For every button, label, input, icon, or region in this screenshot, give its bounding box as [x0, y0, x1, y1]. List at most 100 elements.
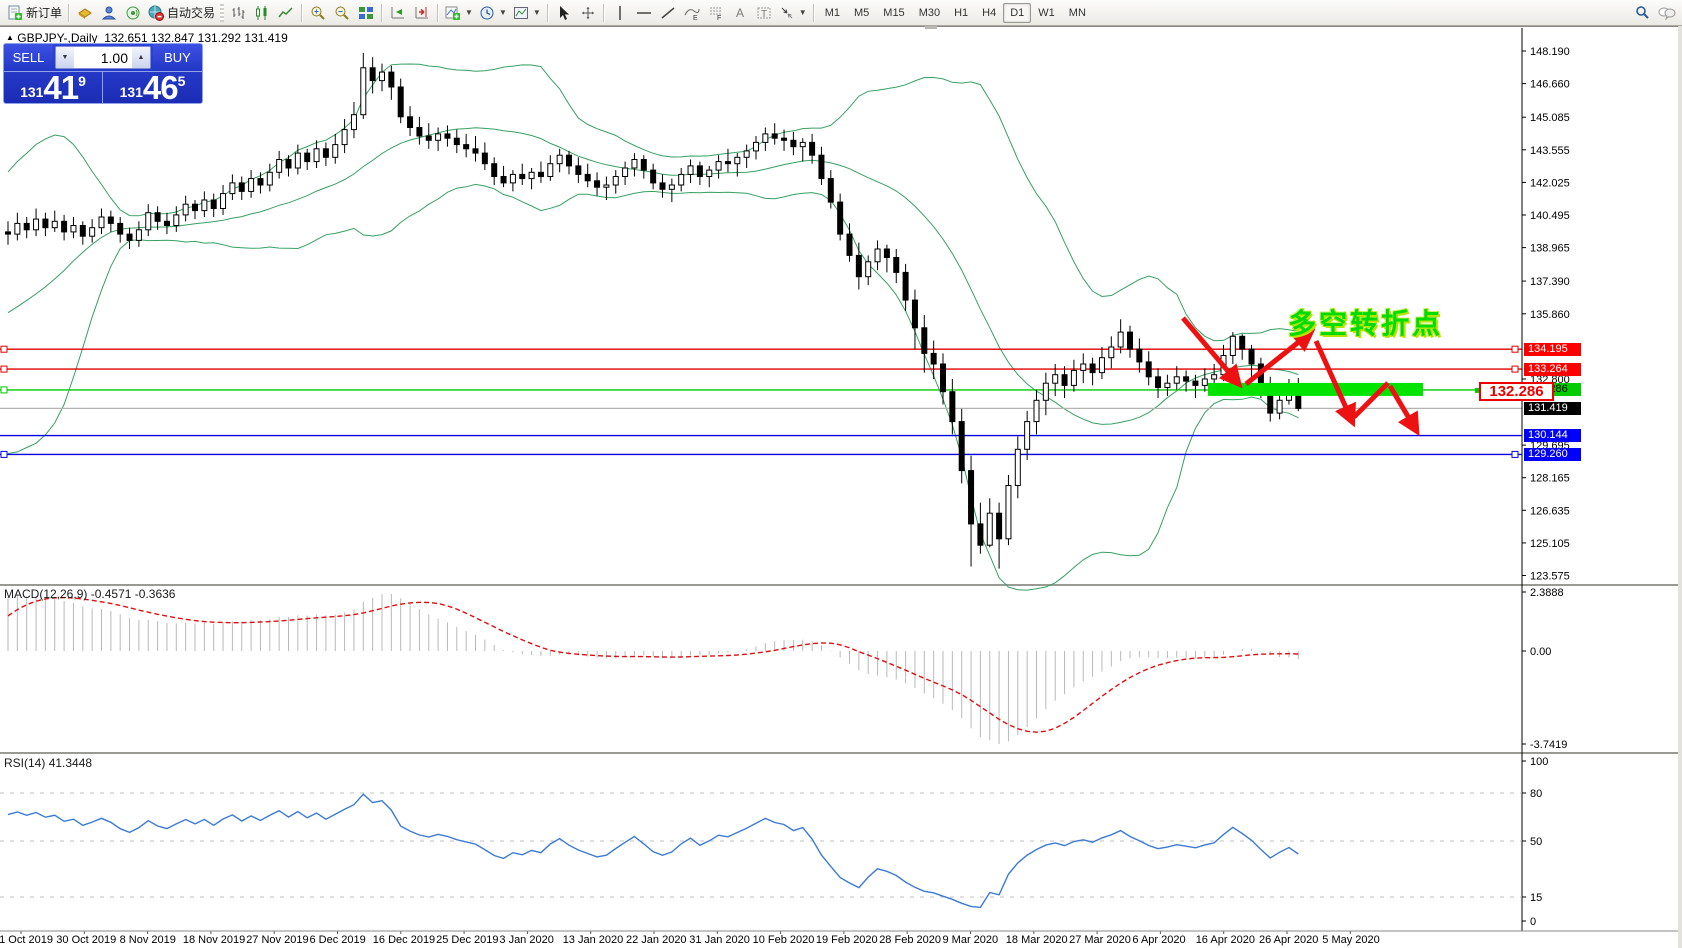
candle-bearish — [453, 137, 460, 146]
line-chart-button[interactable] — [274, 2, 298, 24]
chat-button[interactable] — [1654, 2, 1678, 24]
cursor-icon — [556, 5, 572, 21]
candle-bullish — [799, 141, 806, 148]
periods-button[interactable]: ▼ — [476, 2, 510, 24]
timeframe-button-M5[interactable]: M5 — [847, 3, 876, 23]
candle-bullish — [98, 216, 105, 229]
candle-bearish — [117, 222, 124, 235]
trendline-button[interactable] — [656, 2, 680, 24]
candle-bearish — [594, 180, 601, 188]
hline-handle[interactable] — [0, 450, 8, 458]
candle-bullish — [612, 176, 619, 186]
macd-label: MACD(12,26,9) -0.4571 -0.3636 — [4, 587, 175, 601]
indicators-button[interactable]: ▼ — [442, 2, 476, 24]
profiles-button[interactable] — [73, 2, 97, 24]
fibonacci-icon: F — [708, 5, 724, 22]
candle-bearish — [416, 127, 423, 137]
hline-handle[interactable] — [0, 345, 8, 353]
bid-pipette: 9 — [78, 73, 86, 89]
zoom-out-button[interactable] — [330, 2, 354, 24]
timeframe-button-H1[interactable]: H1 — [947, 3, 975, 23]
search-button[interactable] — [1630, 2, 1654, 24]
chart-canvas[interactable]: 148.190 146.660 145.085 143.555 142.025 140.4… — [0, 0, 1682, 948]
fibonacci-button[interactable]: F — [704, 2, 728, 24]
collapse-icon[interactable]: ▲ — [6, 33, 14, 42]
person-icon — [101, 5, 117, 21]
signals-button[interactable] — [121, 2, 145, 24]
svg-text:T: T — [761, 9, 767, 20]
candle-bullish — [603, 184, 610, 188]
candle-bullish — [1229, 335, 1236, 356]
hline-handle[interactable] — [1511, 345, 1519, 353]
auto-trading-button[interactable]: 自动交易 — [145, 2, 218, 24]
one-click-trading-panel: SELL ▼ ▲ BUY 131 41 9 131 46 5 — [3, 43, 203, 104]
templates-button[interactable]: ▼ — [510, 2, 544, 24]
zoom-in-button[interactable] — [306, 2, 330, 24]
candle-bullish — [743, 150, 750, 158]
separator — [437, 3, 440, 22]
candle-bearish — [837, 201, 844, 235]
svg-text:A: A — [736, 6, 744, 20]
price-tag-132286[interactable]: 132.286 — [1479, 382, 1554, 401]
auto-scroll-button[interactable] — [386, 2, 410, 24]
price-tick-label: 148.190 — [1530, 46, 1570, 58]
candle-bullish — [350, 114, 357, 131]
indicators-icon — [445, 5, 461, 21]
horizontal-line-button[interactable] — [632, 2, 656, 24]
buy-button[interactable]: BUY — [153, 44, 202, 71]
candle-bearish — [650, 169, 657, 184]
timeframe-button-M15[interactable]: M15 — [876, 3, 911, 23]
volume-decrease-button[interactable]: ▼ — [56, 47, 74, 68]
timeframe-button-M1[interactable]: M1 — [818, 3, 847, 23]
candlestick-chart-button[interactable] — [250, 2, 274, 24]
volume-increase-button[interactable]: ▲ — [132, 47, 150, 68]
svg-text:F: F — [717, 15, 721, 21]
volume-input[interactable] — [74, 49, 132, 66]
candle-bearish — [1183, 376, 1190, 382]
cursor-button[interactable] — [552, 2, 576, 24]
rsi-tick-label: 0 — [1530, 916, 1536, 928]
date-tick-label: 27 Mar 2020 — [1069, 934, 1131, 946]
hline-handle[interactable] — [0, 365, 8, 373]
crosshair-button[interactable] — [576, 2, 600, 24]
bar-chart-button[interactable] — [226, 2, 250, 24]
rsi-line — [7, 793, 1299, 909]
label-button[interactable]: T — [752, 2, 776, 24]
timeframe-button-M30[interactable]: M30 — [912, 3, 947, 23]
separator — [381, 3, 384, 22]
timeframe-button-W1[interactable]: W1 — [1031, 3, 1062, 23]
candle-bullish — [622, 167, 629, 177]
timeframe-button-MN[interactable]: MN — [1062, 3, 1093, 23]
equidistant-channel-button[interactable]: E — [680, 2, 704, 24]
candle-bullish — [986, 512, 993, 546]
text-icon: A — [732, 5, 748, 21]
hline-handle[interactable] — [0, 386, 8, 394]
timeframe-button-H4[interactable]: H4 — [975, 3, 1003, 23]
separator — [602, 3, 605, 22]
sell-button[interactable]: SELL — [4, 44, 53, 71]
tile-windows-button[interactable] — [354, 2, 378, 24]
zoom-out-icon — [334, 5, 350, 21]
toolbar-grip — [220, 3, 225, 22]
hline-handle[interactable] — [1511, 365, 1519, 373]
candle-bullish — [1173, 376, 1180, 384]
candle-bullish — [762, 133, 769, 143]
main-toolbar: 新订单 自动交易 ▼ ▼ ▼ E F A T ▼ M1 M5 M15 M30 H… — [0, 0, 1682, 26]
chinese-annotation-text[interactable]: 多空转折点 — [1288, 302, 1443, 342]
candle-bullish — [341, 129, 348, 146]
ask-price[interactable]: 131 46 5 — [103, 71, 202, 103]
text-button[interactable]: A — [728, 2, 752, 24]
candle-bearish — [126, 233, 133, 241]
candle-bearish — [23, 222, 30, 231]
macd-signal-line — [7, 596, 1299, 733]
vertical-line-button[interactable] — [608, 2, 632, 24]
candle-bullish — [201, 199, 208, 212]
arrows-button[interactable]: ▼ — [776, 2, 810, 24]
bid-price[interactable]: 131 41 9 — [4, 71, 103, 103]
price-tick-label: 138.965 — [1530, 243, 1570, 255]
chart-shift-button[interactable] — [410, 2, 434, 24]
new-order-button[interactable]: 新订单 — [4, 2, 65, 24]
hline-handle[interactable] — [1511, 450, 1519, 458]
accounts-button[interactable] — [97, 2, 121, 24]
timeframe-button-D1[interactable]: D1 — [1003, 2, 1032, 23]
